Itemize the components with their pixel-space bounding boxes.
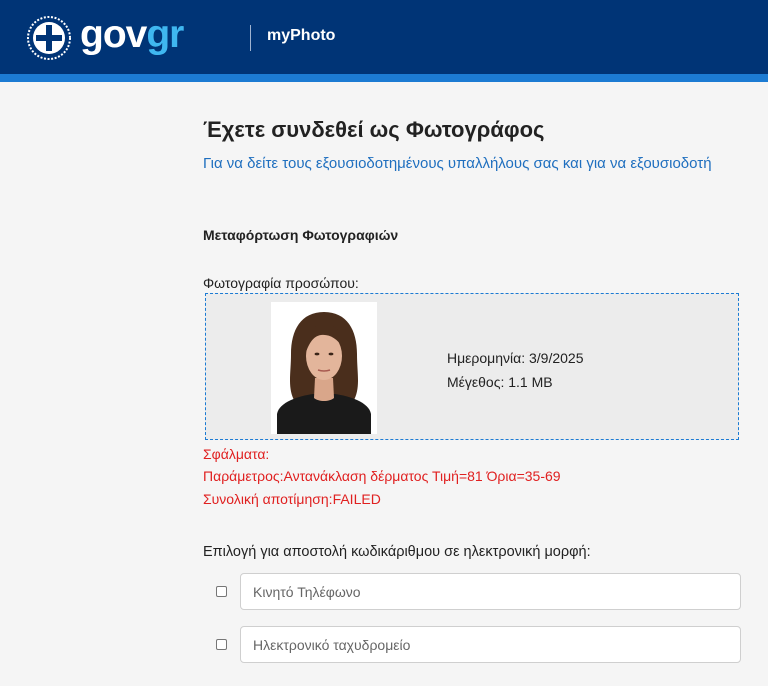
header-stripe	[0, 74, 768, 82]
error-overall-result: Συνολική αποτίμηση:FAILED	[203, 491, 381, 507]
face-photo-label: Φωτογραφία προσώπου:	[203, 275, 359, 291]
header-divider	[250, 25, 251, 51]
photo-date: Ημερομηνία: 3/9/2025	[447, 350, 584, 366]
govgr-logo[interactable]: govgr	[80, 10, 184, 60]
send-code-label: Επιλογή για αποστολή κωδικάριθμου σε ηλε…	[203, 544, 591, 560]
face-photo-thumbnail	[271, 302, 377, 434]
photo-metadata: Ημερομηνία: 3/9/2025 Μέγεθος: 1.1 MB	[447, 346, 584, 394]
page-title: Έχετε συνδεθεί ως Φωτογράφος	[203, 117, 545, 142]
email-checkbox[interactable]	[216, 639, 227, 650]
email-input[interactable]	[240, 626, 741, 663]
top-header: govgr myPhoto	[0, 0, 768, 74]
errors-heading: Σφάλματα:	[203, 446, 270, 462]
app-name[interactable]: myPhoto	[267, 27, 335, 45]
photo-dropzone[interactable]: Ημερομηνία: 3/9/2025 Μέγεθος: 1.1 MB	[205, 293, 739, 440]
upload-section-title: Μεταφόρτωση Φωτογραφιών	[203, 227, 399, 243]
greek-cross-emblem-icon[interactable]	[26, 15, 72, 61]
error-parameter: Παράμετρος:Αντανάκλαση δέρματος Τιμή=81 …	[203, 468, 561, 484]
phone-input[interactable]	[240, 573, 741, 610]
phone-checkbox[interactable]	[216, 586, 227, 597]
authorized-employees-link[interactable]: Για να δείτε τους εξουσιοδοτημένους υπαλ…	[203, 155, 712, 172]
photo-size: Μέγεθος: 1.1 MB	[447, 374, 553, 390]
